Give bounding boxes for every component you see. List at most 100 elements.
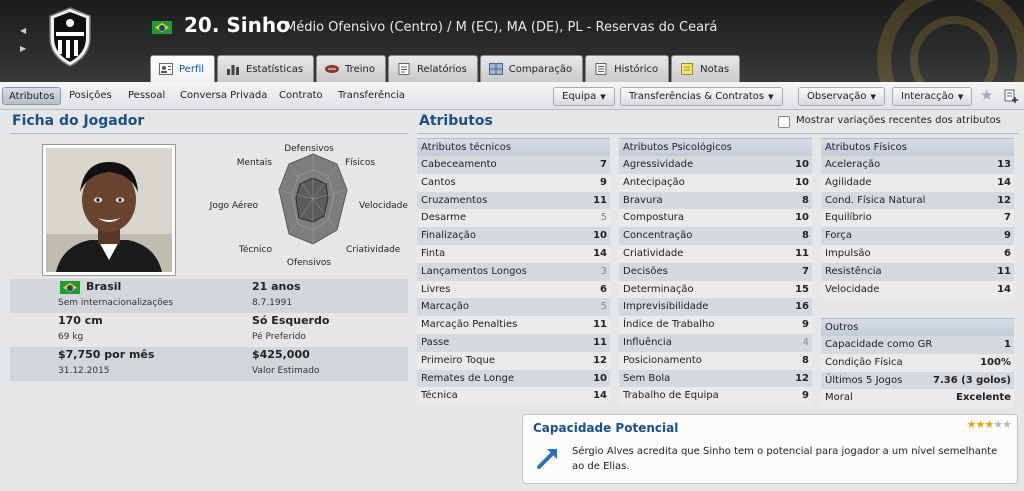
attribute-row[interactable]: Posicionamento 8: [619, 351, 812, 370]
attribute-row[interactable]: Aceleração 13: [821, 156, 1014, 174]
attribute-row[interactable]: Velocidade 14: [821, 280, 1014, 299]
attribute-row[interactable]: Lançamentos Longos 3: [417, 262, 610, 281]
tab-history[interactable]: Histórico: [585, 55, 670, 82]
attribute-row[interactable]: Força 9: [821, 227, 1014, 245]
dropdown-transfers-contracts[interactable]: Transferências & Contratos ▼: [620, 87, 783, 106]
show-changes-label[interactable]: Mostrar variações recentes dos atributos: [796, 115, 1001, 126]
attribute-row[interactable]: Imprevisibilidade 16: [619, 298, 812, 317]
subnav-private-chat[interactable]: Conversa Privada: [180, 87, 267, 105]
attribute-row[interactable]: Criatividade 11: [619, 244, 812, 263]
subnav-attributes[interactable]: Atributos: [2, 87, 62, 105]
attribute-name: Bravura: [623, 194, 663, 206]
attribute-value: 5: [600, 212, 607, 224]
attribute-name: Decisões: [623, 265, 668, 277]
forward-arrow-icon[interactable]: ▶: [20, 40, 34, 58]
dropdown-team-label: Equipa: [562, 91, 597, 102]
attribute-name: Trabalho de Equipa: [623, 390, 719, 402]
history-nav: ◀ ▶: [20, 22, 34, 58]
tab-reports-label: Relatórios: [416, 63, 467, 75]
attribute-row[interactable]: Compostura 10: [619, 209, 812, 228]
attribute-row[interactable]: Impulsão 6: [821, 244, 1014, 263]
attribute-row[interactable]: Remates de Longe 10: [417, 369, 610, 388]
attribute-value: 8: [802, 354, 809, 366]
info-row-nationality: Brasil Sem internacionalizações 21 anos …: [10, 279, 408, 313]
dropdown-interaction-label: Interacção: [901, 91, 954, 102]
attribute-row[interactable]: Moral Excelente: [821, 389, 1014, 408]
attribute-value: 3: [600, 265, 607, 277]
attribute-row[interactable]: Trabalho de Equipa 9: [619, 387, 812, 406]
dropdown-scouting[interactable]: Observação ▼: [798, 87, 885, 106]
subnav-positions[interactable]: Posições: [69, 87, 112, 105]
dropdown-team[interactable]: Equipa ▼: [553, 87, 615, 106]
attribute-row[interactable]: Sem Bola 12: [619, 369, 812, 388]
attribute-name: Marcação: [421, 301, 470, 313]
tab-statistics[interactable]: Estatísticas: [217, 55, 315, 82]
attribute-row[interactable]: Decisões 7: [619, 262, 812, 281]
attribute-value: 11: [593, 336, 607, 348]
attribute-row[interactable]: Índice de Trabalho 9: [619, 316, 812, 334]
attribute-name: Moral: [825, 392, 853, 404]
add-note-icon[interactable]: [1004, 89, 1018, 103]
dropdown-interaction[interactable]: Interacção ▼: [892, 87, 973, 106]
divider: [10, 133, 408, 134]
attribute-row[interactable]: Influência 4: [619, 333, 812, 352]
subnav-contract[interactable]: Contrato: [279, 87, 323, 105]
attribute-row[interactable]: Bravura 8: [619, 191, 812, 210]
attribute-name: Últimos 5 Jogos: [825, 374, 903, 386]
attribute-row[interactable]: Primeiro Toque 12: [417, 351, 610, 370]
radar-label-aerial: Jogo Aéreo: [209, 200, 259, 211]
nationality-value[interactable]: Brasil: [86, 280, 121, 293]
tab-training-label: Treino: [345, 63, 375, 75]
player-position-club[interactable]: Médio Ofensivo (Centro) / M (EC), MA (DE…: [285, 20, 717, 35]
attribute-row[interactable]: Finta 14: [417, 244, 610, 263]
attribute-row[interactable]: Técnica 14: [417, 387, 610, 406]
attribute-value: 11: [795, 247, 809, 259]
attribute-row[interactable]: Capacidade como GR 1: [821, 336, 1014, 354]
attribute-row[interactable]: Marcação 5: [417, 298, 610, 317]
attribute-row[interactable]: Agilidade 14: [821, 173, 1014, 192]
attribute-row[interactable]: Determinação 15: [619, 280, 812, 299]
player-name: 20. Sinho: [184, 13, 290, 37]
attribute-row[interactable]: Antecipação 10: [619, 173, 812, 192]
attribute-row[interactable]: Condição Física 100%: [821, 353, 1014, 372]
back-arrow-icon[interactable]: ◀: [20, 22, 34, 40]
tab-profile-label: Perfil: [179, 63, 205, 75]
attribute-row[interactable]: Equilíbrio 7: [821, 209, 1014, 228]
other-attributes-table: Outros Capacidade como GR 1 Condição Físic…: [821, 318, 1014, 408]
sub-navigation: Atributos Posições Pessoal Conversa Priv…: [0, 82, 1024, 110]
club-crest-icon[interactable]: [46, 6, 94, 68]
attribute-name: Imprevisibilidade: [623, 301, 709, 313]
attribute-row[interactable]: Cantos 9: [417, 173, 610, 192]
attribute-row[interactable]: Concentração 8: [619, 227, 812, 245]
attribute-row[interactable]: Passe 11: [417, 333, 610, 352]
tab-training[interactable]: Treino: [316, 55, 386, 82]
tab-reports[interactable]: Relatórios: [387, 55, 478, 82]
dropdown-transfers-label: Transferências & Contratos: [629, 91, 765, 102]
shortlist-star-icon[interactable]: ★: [980, 86, 993, 104]
attribute-row[interactable]: Últimos 5 Jogos 7.36 (3 golos): [821, 371, 1014, 390]
attribute-row[interactable]: Marcação Penalties 11: [417, 316, 610, 334]
tab-notes[interactable]: Notas: [671, 55, 741, 82]
attribute-row[interactable]: Finalização 10: [417, 227, 610, 245]
attribute-row[interactable]: Agressividade 10: [619, 156, 812, 174]
tab-comparison[interactable]: Comparação: [479, 55, 584, 82]
subnav-personal[interactable]: Pessoal: [128, 87, 165, 105]
attribute-row[interactable]: Livres 6: [417, 280, 610, 299]
attribute-row[interactable]: Cabeceamento 7: [417, 156, 610, 174]
potential-text: Sérgio Alves acredita que Sinho tem o po…: [572, 446, 998, 472]
show-changes-checkbox[interactable]: [778, 116, 790, 128]
estimated-value: $425,000: [252, 348, 310, 361]
attribute-row[interactable]: Resistência 11: [821, 262, 1014, 281]
attribute-value: 8: [802, 194, 809, 206]
age-value: 21 anos: [252, 280, 301, 293]
tab-profile[interactable]: Perfil: [150, 55, 216, 82]
star-icon: ★: [993, 418, 1003, 431]
attribute-value: 1: [1004, 339, 1011, 350]
attribute-row[interactable]: Cruzamentos 11: [417, 191, 610, 210]
attribute-row[interactable]: Desarme 5: [417, 209, 610, 228]
attribute-name: Capacidade como GR: [825, 339, 933, 350]
attribute-name: Passe: [421, 336, 450, 348]
tab-notes-label: Notas: [700, 63, 730, 75]
subnav-transfer[interactable]: Transferência: [338, 87, 405, 105]
attribute-row[interactable]: Cond. Física Natural 12: [821, 191, 1014, 210]
